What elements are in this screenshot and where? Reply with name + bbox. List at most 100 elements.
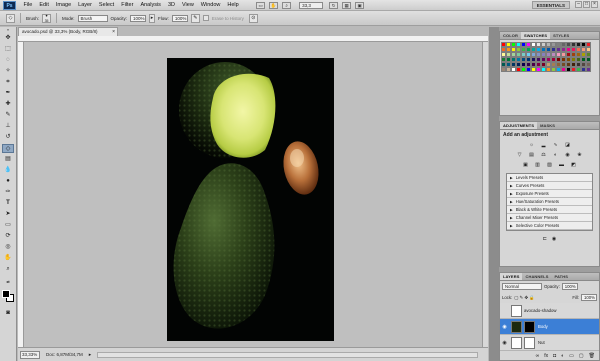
exposure-icon[interactable]: ◪ xyxy=(564,142,571,148)
tab-masks[interactable]: MASKS xyxy=(537,122,558,129)
preset-curves[interactable]: Curves Presets xyxy=(507,182,592,190)
new-group-icon[interactable]: ▭ xyxy=(569,353,574,359)
layer-opacity-field[interactable]: 100% xyxy=(561,283,578,290)
menu-layer[interactable]: Layer xyxy=(75,0,96,11)
color-balance-icon[interactable]: ⚖ xyxy=(540,152,547,158)
dodge-tool-icon[interactable]: ● xyxy=(2,177,14,186)
preset-levels[interactable]: Levels Presets xyxy=(507,174,592,182)
eraser-preset-icon[interactable]: ◇ xyxy=(6,13,15,23)
add-mask-icon[interactable]: ◘ xyxy=(553,353,556,359)
mode-select[interactable]: Brush xyxy=(77,14,108,22)
close-icon[interactable]: × xyxy=(591,1,598,8)
preset-black-white[interactable]: Black & White Presets xyxy=(507,206,592,214)
brush-preview[interactable]: • 35 xyxy=(42,13,52,23)
path-selection-tool-icon[interactable]: ➤ xyxy=(2,210,14,219)
eye-icon[interactable]: ◉ xyxy=(500,324,509,330)
opacity-field[interactable]: 100% xyxy=(130,14,147,22)
arrange-documents-icon[interactable]: ▦ xyxy=(342,1,352,9)
menu-edit[interactable]: Edit xyxy=(36,0,52,11)
layer-style-icon[interactable]: fx xyxy=(544,353,548,359)
menu-help[interactable]: Help xyxy=(224,0,242,11)
flow-field[interactable]: 100% xyxy=(171,14,188,22)
zoom-status-field[interactable]: 33,33% xyxy=(20,350,40,359)
menu-analysis[interactable]: Analysis xyxy=(137,0,164,11)
tab-paths[interactable]: PATHS xyxy=(552,273,571,280)
hand-icon[interactable]: ✋ xyxy=(269,1,279,9)
tab-layers[interactable]: LAYERS xyxy=(500,273,523,280)
tab-adjustments[interactable]: ADJUSTMENTS xyxy=(500,122,538,129)
fill-field[interactable]: 100% xyxy=(581,294,597,301)
foreground-color-swatch[interactable] xyxy=(2,290,10,298)
clip-icon[interactable]: ⊏ xyxy=(543,236,547,242)
new-layer-icon[interactable]: ▢ xyxy=(579,353,584,359)
crop-tool-icon[interactable]: ⌗ xyxy=(2,78,14,87)
healing-brush-tool-icon[interactable]: ✚ xyxy=(2,100,14,109)
menu-3d[interactable]: 3D xyxy=(164,0,178,11)
document-image[interactable] xyxy=(167,58,334,341)
new-adjustment-icon[interactable]: ◐ xyxy=(561,353,564,359)
preset-channel-mixer[interactable]: Channel Mixer Presets xyxy=(507,214,592,222)
invert-icon[interactable]: ▣ xyxy=(522,162,529,168)
eye-icon[interactable]: ◉ xyxy=(500,340,509,346)
3d-rotate-tool-icon[interactable]: ⟳ xyxy=(2,232,14,241)
screen-mode-icon[interactable]: ▣ xyxy=(355,1,365,9)
horizontal-scrollbar[interactable] xyxy=(97,351,478,358)
clone-stamp-tool-icon[interactable]: ⊥ xyxy=(2,122,14,131)
gradient-map-icon[interactable]: ▬ xyxy=(558,162,565,168)
document-tab[interactable]: avocado.psd @ 33,3% (Body, RGB/8) × xyxy=(18,27,118,36)
document-size-info[interactable]: Doc: 6,87M/34,7M xyxy=(46,352,83,357)
maximize-icon[interactable]: □ xyxy=(583,1,590,8)
vertical-scrollbar[interactable] xyxy=(482,42,488,347)
tablet-pressure-icon[interactable]: ⊙ xyxy=(248,13,258,23)
levels-icon[interactable]: ▂ xyxy=(540,142,547,148)
opacity-pressure-icon[interactable]: ▸ xyxy=(149,13,156,23)
eyedropper-tool-icon[interactable]: ✒ xyxy=(2,89,14,98)
zoom-icon[interactable]: ⌕ xyxy=(282,1,292,9)
layer-row[interactable]: ◉ Nut xyxy=(500,335,599,351)
menu-window[interactable]: Window xyxy=(197,0,224,11)
channel-mixer-icon[interactable]: ❀ xyxy=(576,152,583,158)
shape-tool-icon[interactable]: ▭ xyxy=(2,221,14,230)
selective-color-icon[interactable]: ◩ xyxy=(570,162,577,168)
gradient-tool-icon[interactable]: ▤ xyxy=(2,155,14,164)
black-white-icon[interactable]: ◐ xyxy=(552,152,559,158)
preset-exposure[interactable]: Exposure Presets xyxy=(507,190,592,198)
menu-file[interactable]: File xyxy=(20,0,36,11)
layer-row[interactable]: ◉ Body xyxy=(500,319,599,335)
close-document-icon[interactable]: × xyxy=(112,28,115,36)
blur-tool-icon[interactable]: 💧 xyxy=(2,166,14,175)
tab-swatches[interactable]: SWATCHES xyxy=(520,32,551,39)
delete-layer-icon[interactable]: 🗑 xyxy=(589,353,595,359)
pen-tool-icon[interactable]: ✑ xyxy=(2,188,14,197)
photo-filter-icon[interactable]: ◉ xyxy=(564,152,571,158)
move-tool-icon[interactable]: ✥ xyxy=(2,34,14,43)
type-tool-icon[interactable]: T xyxy=(2,199,14,208)
history-brush-tool-icon[interactable]: ↺ xyxy=(2,133,14,142)
tab-channels[interactable]: CHANNELS xyxy=(522,273,551,280)
tab-styles[interactable]: STYLES xyxy=(550,32,572,39)
bridge-icon[interactable]: ▭ xyxy=(256,1,266,9)
status-menu-icon[interactable]: ▸ xyxy=(89,352,92,358)
menu-view[interactable]: View xyxy=(178,0,197,11)
visibility-icon[interactable]: ◉ xyxy=(552,236,556,242)
zoom-tool-icon[interactable]: ⌕ xyxy=(2,265,14,274)
swap-colors-icon[interactable]: ⇄ xyxy=(2,277,14,286)
airbrush-icon[interactable]: ✎ xyxy=(190,13,200,23)
brush-tool-icon[interactable]: ✎ xyxy=(2,111,14,120)
lasso-tool-icon[interactable]: ◌ xyxy=(2,56,14,65)
tab-color[interactable]: COLOR xyxy=(500,32,521,39)
rotate-view-icon[interactable]: ↻ xyxy=(329,1,339,9)
preset-selective-color[interactable]: Selective Color Presets xyxy=(507,222,592,230)
brightness-contrast-icon[interactable]: ☼ xyxy=(528,142,535,148)
minimize-icon[interactable]: – xyxy=(575,1,582,8)
workspace-switcher[interactable]: ESSENTIALS xyxy=(531,1,570,9)
lock-icons[interactable]: ▢ ✎ ✥ 🔒 xyxy=(514,295,534,301)
quick-mask-icon[interactable]: ◙ xyxy=(2,309,14,318)
layer-row[interactable]: avocado-shadow xyxy=(500,303,599,319)
3d-orbit-tool-icon[interactable]: ◎ xyxy=(2,243,14,252)
erase-history-checkbox[interactable] xyxy=(202,15,209,21)
vibrance-icon[interactable]: ▽ xyxy=(516,152,523,158)
eraser-tool-icon[interactable]: ◇ xyxy=(2,144,14,153)
hue-saturation-icon[interactable]: ▤ xyxy=(528,152,535,158)
curves-icon[interactable]: ∿ xyxy=(552,142,559,148)
